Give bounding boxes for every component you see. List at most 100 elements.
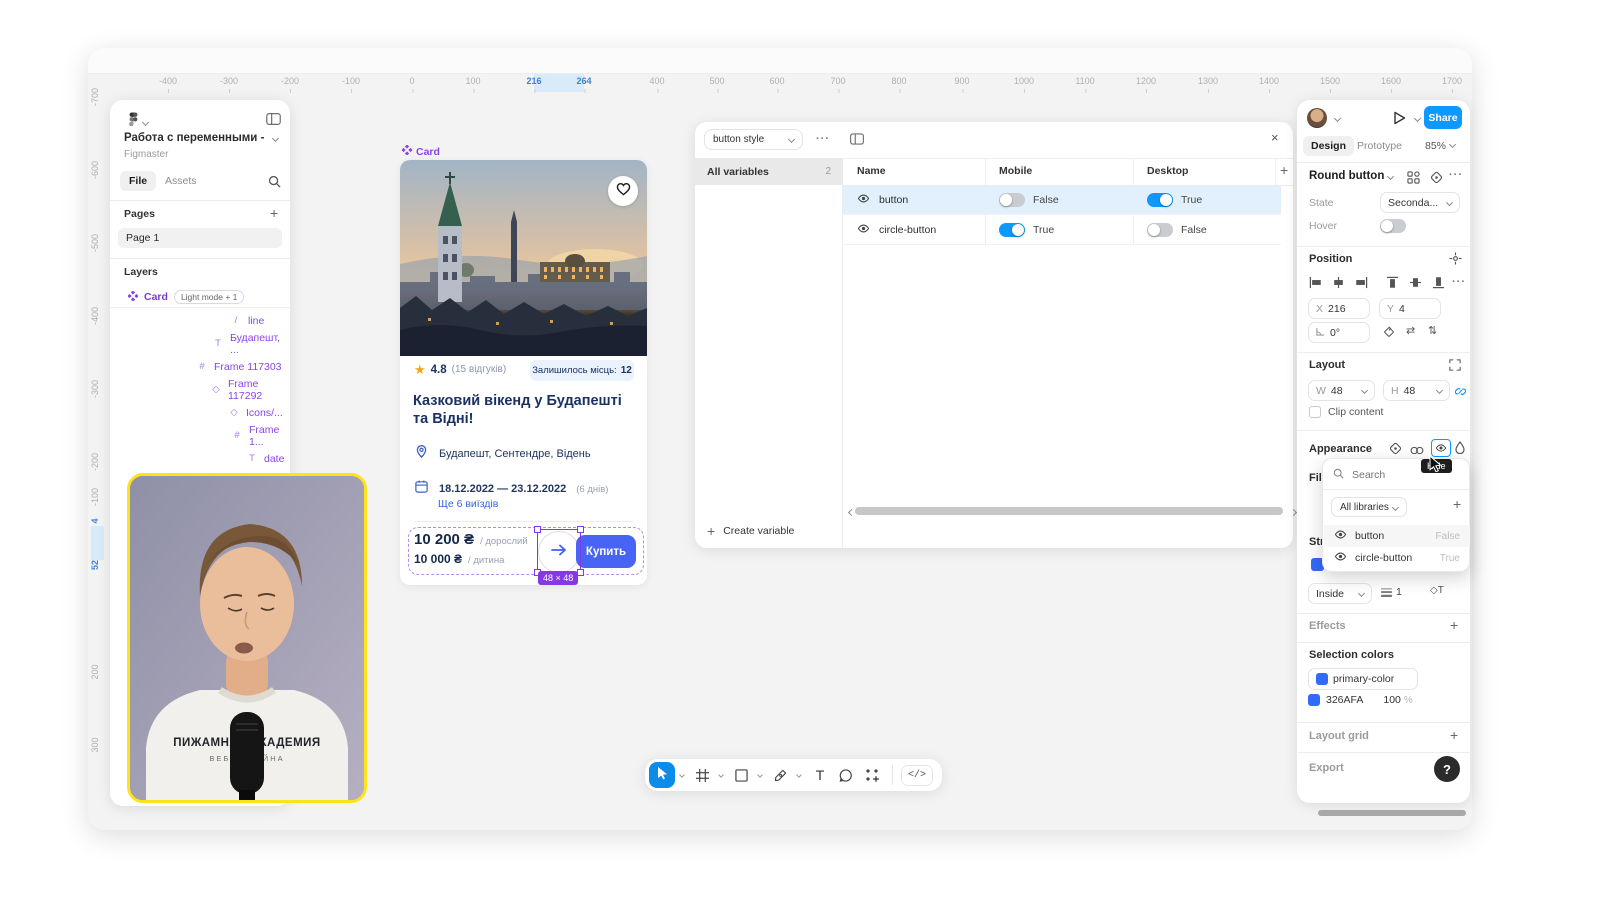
selection-color-variable[interactable]: primary-color (1308, 668, 1418, 690)
eye-icon[interactable] (857, 192, 870, 208)
chevron-down-icon[interactable] (757, 772, 763, 778)
tour-card[interactable]: ★ 4.8 (15 відгуків) Залишилось місць: 12… (400, 160, 647, 585)
more-trips-link[interactable]: Ще 6 виїздів (438, 498, 498, 510)
popover-variable-row[interactable]: circle-buttonTrue (1324, 547, 1470, 569)
apply-variable-icon[interactable] (1430, 171, 1443, 189)
desktop-toggle[interactable] (1147, 223, 1173, 237)
modal-panel-toggle-icon[interactable] (850, 132, 864, 150)
selection-color-hex-row[interactable]: 326AFA 100 % (1308, 694, 1413, 706)
flip-horizontal-icon[interactable]: ⇄ (1406, 324, 1415, 337)
modal-close-button[interactable]: × (1271, 130, 1279, 145)
move-tool-selected[interactable] (649, 762, 675, 788)
selection-handle-nw[interactable] (534, 526, 541, 533)
layer-item[interactable]: ◇Icons/... (110, 401, 290, 424)
actions-tool[interactable] (860, 762, 884, 788)
variable-row[interactable]: circle-button True False (843, 215, 1281, 245)
comment-tool[interactable] (834, 762, 858, 788)
opacity-value[interactable]: 100 (1383, 694, 1401, 706)
selection-bounding-box[interactable] (537, 529, 581, 573)
horizontal-scrollbar[interactable] (855, 507, 1283, 515)
rotate-icon[interactable] (1383, 325, 1395, 343)
collection-dropdown[interactable]: button style (704, 129, 803, 150)
chevron-down-icon[interactable] (1334, 115, 1341, 122)
more-options-button[interactable]: ··· (1449, 169, 1463, 181)
resize-to-fit-icon[interactable] (1449, 358, 1461, 376)
modal-sidebar-item-all-variables[interactable]: All variables 2 (695, 158, 843, 185)
align-left-icon[interactable] (1309, 276, 1322, 294)
desktop-toggle[interactable] (1147, 193, 1173, 207)
popover-add-button[interactable]: + (1453, 497, 1461, 511)
align-h-center-icon[interactable] (1332, 276, 1345, 294)
card-layer-label[interactable]: Card (402, 145, 440, 158)
y-position-field[interactable]: Y4 (1379, 298, 1441, 319)
page-item-selected[interactable]: Page 1 (118, 228, 282, 248)
stroke-advanced-icon[interactable]: ◇T (1430, 585, 1444, 596)
width-field[interactable]: W48 (1308, 380, 1375, 401)
hover-toggle[interactable] (1380, 219, 1406, 233)
state-dropdown[interactable]: Seconda... (1380, 192, 1460, 213)
help-button[interactable]: ? (1434, 756, 1460, 782)
align-right-icon[interactable] (1355, 276, 1368, 294)
flip-vertical-icon[interactable]: ⇅ (1428, 324, 1437, 337)
layer-item[interactable]: #Frame 1... (110, 424, 290, 447)
collection-menu-button[interactable]: ··· (816, 133, 830, 145)
variants-icon[interactable] (1407, 171, 1420, 189)
tab-file[interactable]: File (120, 171, 156, 191)
column-header-mobile[interactable]: Mobile (999, 165, 1032, 177)
layer-item[interactable]: Tdate (110, 447, 290, 470)
layer-item[interactable]: /line (110, 309, 290, 332)
tab-assets[interactable]: Assets (156, 171, 206, 191)
figma-menu-button[interactable] (128, 112, 148, 132)
sidebar-collapse-button[interactable] (266, 112, 281, 130)
chevron-down-icon[interactable] (718, 772, 724, 778)
variant-mode-badge[interactable]: Light mode + 1 (174, 290, 244, 304)
tab-prototype[interactable]: Prototype (1349, 136, 1410, 156)
add-effect-button[interactable]: + (1450, 618, 1458, 632)
canvas-scrollbar[interactable] (1318, 810, 1466, 816)
layer-item[interactable]: #Frame 117303 (110, 355, 290, 378)
lock-aspect-icon[interactable] (1455, 384, 1466, 402)
chevron-down-icon[interactable] (1414, 115, 1421, 122)
text-tool[interactable]: T (808, 762, 832, 788)
chevron-down-icon[interactable] (679, 772, 685, 778)
tab-design[interactable]: Design (1303, 136, 1354, 156)
eye-icon[interactable] (1334, 550, 1347, 566)
zoom-level[interactable]: 85% (1425, 140, 1455, 152)
chevron-down-icon[interactable] (796, 772, 802, 778)
selection-title[interactable]: Round button (1309, 170, 1393, 182)
search-icon[interactable] (268, 175, 281, 193)
share-button[interactable]: Share (1424, 106, 1462, 129)
x-position-field[interactable]: X216 (1308, 298, 1370, 319)
add-column-button[interactable]: + (1280, 163, 1288, 177)
stroke-position-dropdown[interactable]: Inside (1308, 583, 1372, 604)
align-top-icon[interactable] (1386, 276, 1399, 294)
layer-item[interactable]: TБудапешт, ... (110, 332, 290, 355)
column-header-name[interactable]: Name (857, 165, 886, 177)
mobile-toggle[interactable] (999, 193, 1025, 207)
avatar[interactable] (1307, 108, 1327, 128)
align-v-center-icon[interactable] (1409, 276, 1422, 294)
constraints-icon[interactable] (1449, 252, 1462, 270)
rotation-field[interactable]: 0° (1308, 322, 1370, 343)
shape-tool[interactable] (729, 762, 753, 788)
layer-item[interactable]: ◇Frame 117292 (110, 378, 290, 401)
present-button[interactable] (1393, 111, 1406, 130)
blend-droplet-icon[interactable] (1455, 441, 1465, 459)
dev-mode-toggle[interactable]: </> (901, 765, 933, 786)
favorite-button[interactable] (608, 176, 638, 206)
scroll-left-arrow[interactable] (848, 509, 855, 516)
add-page-button[interactable]: + (270, 206, 278, 220)
eye-icon[interactable] (857, 222, 870, 238)
height-field[interactable]: H48 (1383, 380, 1450, 401)
clip-content-checkbox[interactable] (1309, 406, 1321, 418)
add-layout-grid-button[interactable]: + (1450, 728, 1458, 742)
variable-row[interactable]: button False True (843, 185, 1281, 215)
selection-handle-ne[interactable] (577, 526, 584, 533)
column-header-desktop[interactable]: Desktop (1147, 165, 1188, 177)
mobile-toggle[interactable] (999, 223, 1025, 237)
more-alignment-button[interactable]: ··· (1452, 276, 1466, 288)
align-bottom-icon[interactable] (1432, 276, 1445, 294)
stroke-weight-field[interactable]: 1 (1381, 586, 1402, 598)
popover-variable-row[interactable]: buttonFalse (1324, 525, 1470, 547)
eye-icon[interactable] (1334, 528, 1347, 544)
